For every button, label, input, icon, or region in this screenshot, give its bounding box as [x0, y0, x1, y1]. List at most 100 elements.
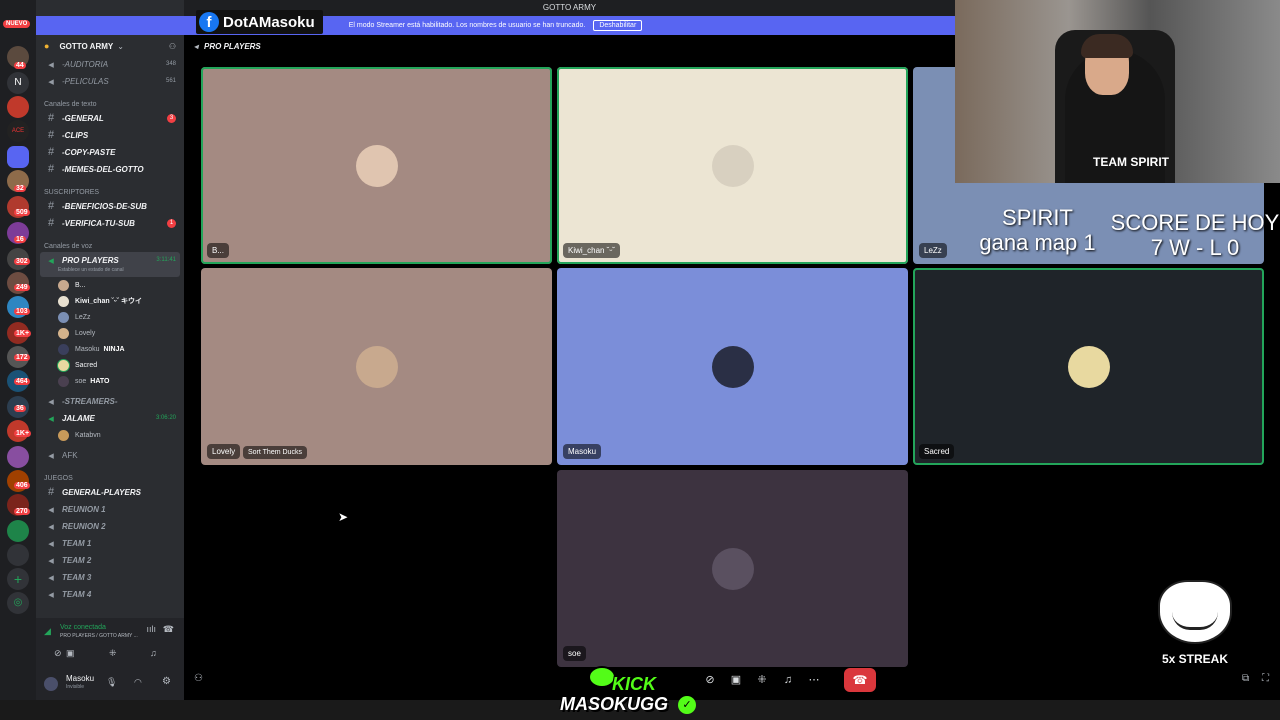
- channel-memes[interactable]: # -MEMES-DEL-GOTTO: [36, 161, 184, 177]
- hash-icon: #: [47, 163, 55, 175]
- voice-member[interactable]: B...: [58, 277, 86, 293]
- voice-channel-path[interactable]: PRO PLAYERS / GOTTO ARMY ...: [60, 633, 138, 639]
- microphone-icon[interactable]: 🎙: [106, 677, 117, 688]
- voice-channel-afk[interactable]: ◂ AFK: [36, 447, 184, 463]
- camera-off-icon[interactable]: ⊘: [54, 648, 62, 659]
- activity-badge: Sort Them Ducks: [243, 446, 307, 459]
- speaker-icon: ◂: [48, 58, 54, 71]
- server-badge: 302: [14, 258, 30, 265]
- voice-channel-jalame[interactable]: ◂ JALAME 3:06:20: [36, 410, 184, 426]
- headphones-icon[interactable]: ◠: [134, 677, 142, 688]
- voice-channel-reunion-2[interactable]: ◂ REUNION 2: [36, 518, 184, 534]
- voice-channel-team-2[interactable]: ◂ TEAM 2: [36, 552, 184, 568]
- voice-channel-team-1[interactable]: ◂ TEAM 1: [36, 535, 184, 551]
- activities-icon[interactable]: ⁜: [109, 648, 117, 659]
- server-icon[interactable]: [7, 544, 29, 566]
- discover-icon[interactable]: ◎: [7, 592, 29, 614]
- video-tile[interactable]: Lovely Sort Them Ducks: [201, 268, 552, 465]
- soundboard-icon[interactable]: ♫: [150, 648, 157, 658]
- voice-status-hint[interactable]: Establece un estado de canal: [58, 267, 124, 273]
- channel-header: ◂ PRO PLAYERS: [184, 35, 261, 57]
- channel-name: -PELICULAS: [62, 76, 109, 86]
- voice-channel-team-3[interactable]: ◂ TEAM 3: [36, 569, 184, 585]
- participant-name: Masoku: [563, 444, 602, 459]
- channel-beneficios[interactable]: # -BENEFICIOS-DE-SUB: [36, 198, 184, 214]
- category-games[interactable]: JUEGOS: [44, 475, 73, 482]
- user-status: Invisible: [66, 684, 85, 690]
- signal-icon: ◢: [44, 626, 51, 636]
- server-rail: NUEVO N ACE + ◎ 44 32 509 16 302 249 103…: [0, 0, 36, 720]
- voice-member[interactable]: Kiwi_chan ˘ᵕ˘ キウイ: [58, 293, 142, 309]
- server-badge: 1K+: [14, 430, 32, 437]
- more-icon[interactable]: ⋯: [804, 670, 824, 690]
- channel-name: REUNION 2: [62, 521, 106, 531]
- server-icon[interactable]: N: [7, 72, 29, 94]
- server-icon[interactable]: ACE: [7, 120, 29, 142]
- video-tile[interactable]: soe: [557, 470, 908, 667]
- channel-peliculas[interactable]: ◂ -PELICULAS 561: [36, 73, 184, 89]
- category-subs[interactable]: SUSCRIPTORES: [44, 189, 99, 196]
- member-name: Katabvn: [75, 431, 101, 439]
- channel-clips[interactable]: # -CLIPS: [36, 127, 184, 143]
- popout-icon[interactable]: ⧉: [1242, 673, 1249, 684]
- add-member-icon[interactable]: ⚇: [169, 42, 176, 51]
- invite-icon[interactable]: ⚇: [194, 673, 203, 684]
- channel-name: JALAME: [62, 413, 95, 423]
- channel-general[interactable]: # -GENERAL 3: [36, 110, 184, 126]
- speaker-icon: ◂: [48, 395, 54, 408]
- channel-verifica[interactable]: # -VERIFICA-TU-SUB 1: [36, 215, 184, 231]
- voice-member[interactable]: Lovely: [58, 325, 95, 341]
- add-server-icon[interactable]: +: [7, 568, 29, 590]
- user-avatar[interactable]: [44, 677, 58, 691]
- channel-copy-paste[interactable]: # -COPY-PASTE: [36, 144, 184, 160]
- server-icon[interactable]: [7, 96, 29, 118]
- soundboard-icon[interactable]: ♫: [778, 670, 798, 690]
- category-text[interactable]: Canales de texto: [44, 101, 97, 108]
- server-icon[interactable]: [7, 520, 29, 542]
- speaker-icon: ◂: [48, 571, 54, 584]
- disconnect-icon[interactable]: ☎: [163, 624, 174, 635]
- screen-share-icon[interactable]: ▣: [726, 670, 746, 690]
- score-overlay: SCORE DE HOY 7 W - L 0: [1110, 210, 1280, 260]
- channel-name: -MEMES-DEL-GOTTO: [62, 164, 144, 174]
- avatar: [355, 345, 398, 388]
- voice-member[interactable]: Katabvn: [58, 427, 101, 443]
- server-badge: 464: [14, 378, 30, 385]
- settings-gear-icon[interactable]: ⚙: [162, 676, 171, 687]
- server-icon[interactable]: [7, 446, 29, 468]
- server-header[interactable]: ● GOTTO ARMY ⌄ ⚇: [36, 38, 184, 54]
- video-tile[interactable]: Sacred: [913, 268, 1264, 465]
- channel-auditoria[interactable]: ◂ -AUDITORIA 348: [36, 56, 184, 72]
- category-voice[interactable]: Canales de voz: [44, 243, 92, 250]
- voice-member[interactable]: soe HATO: [58, 373, 109, 389]
- noise-suppression-icon[interactable]: ıılı: [146, 624, 156, 634]
- video-tile[interactable]: Masoku: [557, 268, 908, 465]
- avatar: [58, 429, 69, 441]
- streamer-mode-bar: El modo Streamer está habilitado. Los no…: [36, 16, 955, 35]
- voice-channel-streamers[interactable]: ◂ -STREAMERS-: [36, 393, 184, 409]
- server-badge: 44: [14, 62, 26, 69]
- voice-channel-pro-players[interactable]: ◂ PRO PLAYERS 3:11:41: [36, 252, 184, 268]
- channel-name: REUNION 1: [62, 504, 106, 514]
- video-tile[interactable]: Kiwi_chan ˘ᵕ˘: [557, 67, 908, 264]
- member-name: Masoku: [75, 345, 100, 353]
- disable-streamer-button[interactable]: Deshabilitar: [593, 20, 643, 31]
- screen-share-icon[interactable]: ▣: [66, 648, 75, 659]
- server-icon-selected[interactable]: [7, 146, 29, 168]
- activities-icon[interactable]: ⁜: [752, 670, 772, 690]
- user-panel: Masoku Invisible 🎙 ◠ ⚙: [36, 668, 184, 700]
- voice-connection-panel: ◢ Voz conectada PRO PLAYERS / GOTTO ARMY…: [36, 618, 184, 668]
- member-name: Sacred: [75, 361, 98, 369]
- voice-channel-team-4[interactable]: ◂ TEAM 4: [36, 586, 184, 602]
- channel-general-players[interactable]: # GENERAL-PLAYERS: [36, 484, 184, 500]
- voice-member[interactable]: Sacred: [58, 357, 97, 373]
- video-tile[interactable]: B...: [201, 67, 552, 264]
- overlay-name: DotAMasoku: [223, 13, 315, 31]
- hangup-button[interactable]: ☎: [844, 668, 876, 692]
- camera-off-icon[interactable]: ⊘: [700, 670, 720, 690]
- voice-channel-reunion-1[interactable]: ◂ REUNION 1: [36, 501, 184, 517]
- voice-member[interactable]: LeZz: [58, 309, 91, 325]
- member-name: LeZz: [75, 313, 91, 321]
- fullscreen-icon[interactable]: ⛶: [1262, 673, 1269, 684]
- voice-member[interactable]: Masoku NINJA: [58, 341, 125, 357]
